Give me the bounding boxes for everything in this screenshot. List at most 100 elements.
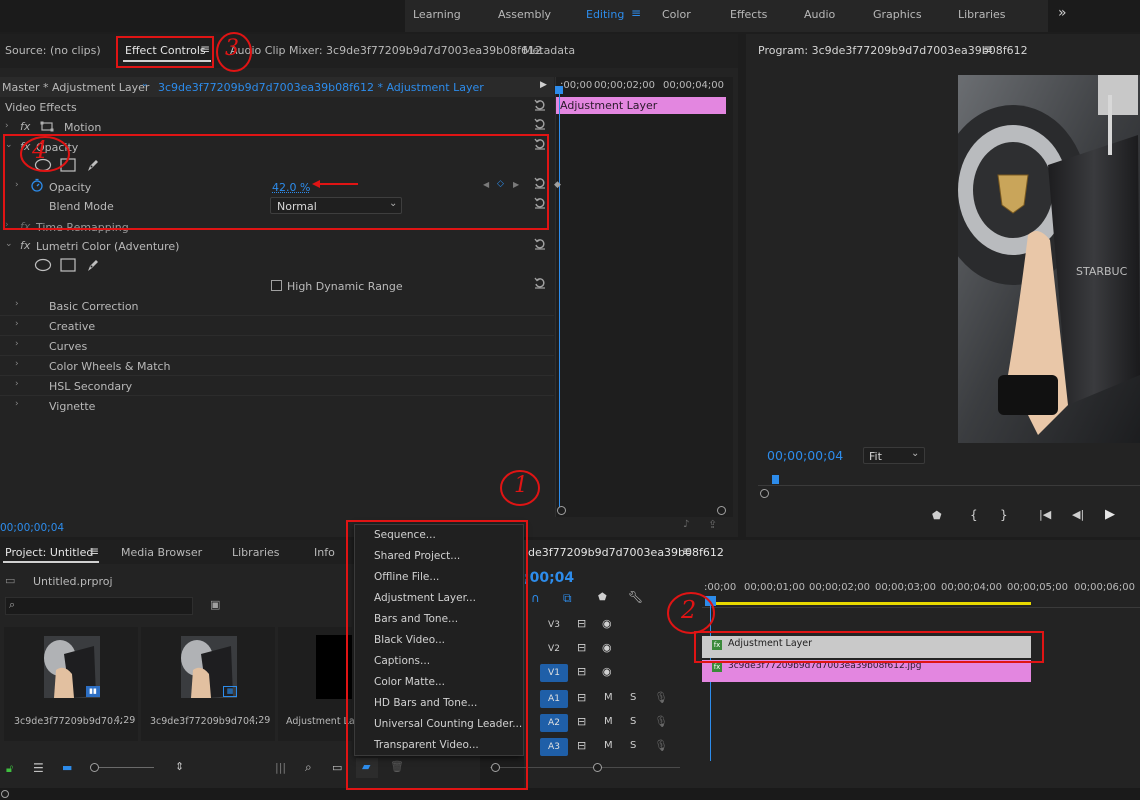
timeline-scroll-handle-right[interactable] xyxy=(593,763,602,772)
icon-view-icon[interactable]: ▬ xyxy=(62,761,72,774)
tab-libraries[interactable]: Libraries xyxy=(232,546,280,559)
tab-project[interactable]: Project: Untitled xyxy=(5,546,93,559)
program-playhead[interactable] xyxy=(772,475,779,484)
workspace-overflow-icon[interactable]: » xyxy=(1058,5,1067,21)
track-a1-mute[interactable]: M xyxy=(604,692,613,703)
project-item[interactable]: ▦ 3c9de3f77209b9d70... 4;29 xyxy=(141,627,275,741)
lumetri-pen-mask-icon[interactable] xyxy=(85,257,101,273)
opacity-group-reset-icon[interactable] xyxy=(534,138,546,150)
track-a2-solo[interactable]: S xyxy=(630,716,636,727)
workspace-editing[interactable]: Editing xyxy=(586,8,624,21)
fx-badge-icon[interactable]: fx xyxy=(20,120,30,133)
step-back-icon[interactable]: ◀| xyxy=(1072,508,1084,521)
project-menu-icon[interactable]: ≡ xyxy=(89,544,99,558)
effect-controls-timecode[interactable]: 00;00;00;04 xyxy=(0,522,64,534)
filter-audio-icon[interactable]: ♪ xyxy=(683,519,689,530)
add-keyframe-icon[interactable]: ◇ xyxy=(497,179,504,189)
track-v1-eye-icon[interactable]: ◉ xyxy=(602,665,612,678)
program-zoom-handle[interactable] xyxy=(760,489,769,498)
video-effects-reset-icon[interactable] xyxy=(534,99,546,111)
track-v1-sync-icon[interactable]: ⊟ xyxy=(577,665,586,678)
hdr-reset-icon[interactable] xyxy=(534,277,546,289)
track-a3-mic-icon[interactable]: 🎙︎ xyxy=(654,739,668,752)
menu-item-hd-bars-and-tone[interactable]: HD Bars and Tone... xyxy=(374,697,477,709)
time-remapping-label[interactable]: Time Remapping xyxy=(36,221,129,234)
menu-item-shared-project[interactable]: Shared Project... xyxy=(374,550,460,562)
track-a2-target[interactable]: A2 xyxy=(540,714,568,732)
workspace-audio[interactable]: Audio xyxy=(804,8,835,21)
workspace-graphics[interactable]: Graphics xyxy=(873,8,922,21)
lumetri-section-row[interactable]: › HSL Secondary xyxy=(0,376,554,396)
track-a1-mic-icon[interactable]: 🎙︎ xyxy=(654,691,668,704)
blend-mode-select[interactable]: Normal ⌄ xyxy=(270,197,402,214)
time-remap-chevron-icon[interactable]: › xyxy=(5,220,9,230)
motion-reset-icon[interactable] xyxy=(534,118,546,130)
keyframe-icon[interactable]: ◆ xyxy=(554,180,561,190)
go-to-in-icon[interactable]: |◀ xyxy=(1039,508,1051,521)
play-icon[interactable]: ▶ xyxy=(1105,507,1115,522)
lumetri-collapse-chevron-icon[interactable]: ⌄ xyxy=(5,239,13,249)
opacity-param-chevron-icon[interactable]: › xyxy=(15,180,19,190)
workspace-color[interactable]: Color xyxy=(662,8,691,21)
adjustment-layer-clip[interactable]: fx Adjustment Layer xyxy=(702,636,1031,658)
menu-item-adjustment-layer[interactable]: Adjustment Layer... xyxy=(374,592,476,604)
track-v2-target[interactable]: V2 xyxy=(545,640,563,658)
effect-controls-menu-icon[interactable]: ≡ xyxy=(200,42,210,56)
track-v3-sync-icon[interactable]: ⊟ xyxy=(577,617,586,630)
track-a1-sync-icon[interactable]: ⊟ xyxy=(577,691,586,704)
mini-scroll-handle-left[interactable] xyxy=(557,506,566,515)
snap-icon[interactable]: ∩ xyxy=(531,591,540,605)
track-a3-sync-icon[interactable]: ⊟ xyxy=(577,739,586,752)
add-marker-icon[interactable]: ⬟ xyxy=(932,509,942,522)
opacity-stopwatch-icon[interactable] xyxy=(30,178,44,192)
menu-item-sequence[interactable]: Sequence... xyxy=(374,529,436,541)
tab-media-browser[interactable]: Media Browser xyxy=(121,546,202,559)
track-a3-solo[interactable]: S xyxy=(630,740,636,751)
export-icon[interactable]: ⇪ xyxy=(708,518,717,531)
lumetri-ellipse-mask-icon[interactable] xyxy=(34,258,52,272)
lock-icon[interactable]: 🔓︎ xyxy=(6,762,13,776)
lumetri-section-row[interactable]: › Vignette xyxy=(0,396,554,416)
new-item-button[interactable]: ▰ xyxy=(356,758,378,778)
track-v3-target[interactable]: V3 xyxy=(545,616,563,634)
lumetri-section-row[interactable]: › Color Wheels & Match xyxy=(0,356,554,376)
mini-playhead[interactable] xyxy=(559,86,560,510)
pen-mask-icon[interactable] xyxy=(85,157,101,173)
blend-mode-reset-icon[interactable] xyxy=(534,197,546,209)
menu-item-transparent-video[interactable]: Transparent Video... xyxy=(374,739,479,751)
tab-metadata[interactable]: Metadata xyxy=(523,44,575,57)
mark-out-icon[interactable]: } xyxy=(1000,508,1008,522)
zoom-slider-track[interactable] xyxy=(99,767,154,768)
lumetri-rectangle-mask-icon[interactable] xyxy=(60,258,76,272)
hdr-checkbox[interactable] xyxy=(271,280,282,291)
sequence-clip-label[interactable]: 3c9de3f77209b9d7d7003ea39b08f612 * Adjus… xyxy=(158,81,484,94)
timeline-ruler[interactable]: :00;00 00;00;01;00 00;00;02;00 00;00;03;… xyxy=(702,578,1140,608)
work-area-bar[interactable] xyxy=(708,602,1031,605)
clip-dropdown-chevron-icon[interactable]: ⌄ xyxy=(141,79,149,89)
opacity-param-reset-icon[interactable] xyxy=(534,177,546,189)
master-clip-label[interactable]: Master * Adjustment Layer xyxy=(2,81,149,94)
lumetri-section-row[interactable]: › Basic Correction xyxy=(0,296,554,316)
track-a2-mic-icon[interactable]: 🎙︎ xyxy=(654,715,668,728)
zoom-slider-handle[interactable] xyxy=(90,763,99,772)
workspace-menu-icon[interactable]: ≡ xyxy=(631,6,641,20)
fit-select[interactable]: Fit ⌄ xyxy=(863,447,925,464)
mini-scroll-handle-right[interactable] xyxy=(717,506,726,515)
opacity-collapse-chevron-icon[interactable]: ⌄ xyxy=(5,140,13,150)
track-a2-mute[interactable]: M xyxy=(604,716,613,727)
menu-item-captions[interactable]: Captions... xyxy=(374,655,430,667)
add-marker-timeline-icon[interactable]: ⬟ xyxy=(598,592,607,603)
linked-selection-icon[interactable]: ⧉ xyxy=(563,591,572,606)
timeline-menu-icon[interactable]: ≡ xyxy=(682,544,692,558)
timeline-play-icon[interactable]: ▶ xyxy=(540,80,547,90)
track-a1-target[interactable]: A1 xyxy=(540,690,568,708)
program-menu-icon[interactable]: ≡ xyxy=(983,42,993,56)
previous-keyframe-icon[interactable]: ◀ xyxy=(483,180,489,189)
program-timecode[interactable]: 00;00;00;04 xyxy=(767,448,843,463)
lumetri-section-row[interactable]: › Curves xyxy=(0,336,554,356)
motion-expand-chevron-icon[interactable]: › xyxy=(5,121,9,131)
list-view-icon[interactable]: ☰ xyxy=(33,761,44,775)
tab-audio-clip-mixer[interactable]: Audio Clip Mixer: 3c9de3f77209b9d7d7003e… xyxy=(230,44,542,57)
mini-clip-bar[interactable]: Adjustment Layer xyxy=(556,97,726,114)
track-v2-sync-icon[interactable]: ⊟ xyxy=(577,641,586,654)
